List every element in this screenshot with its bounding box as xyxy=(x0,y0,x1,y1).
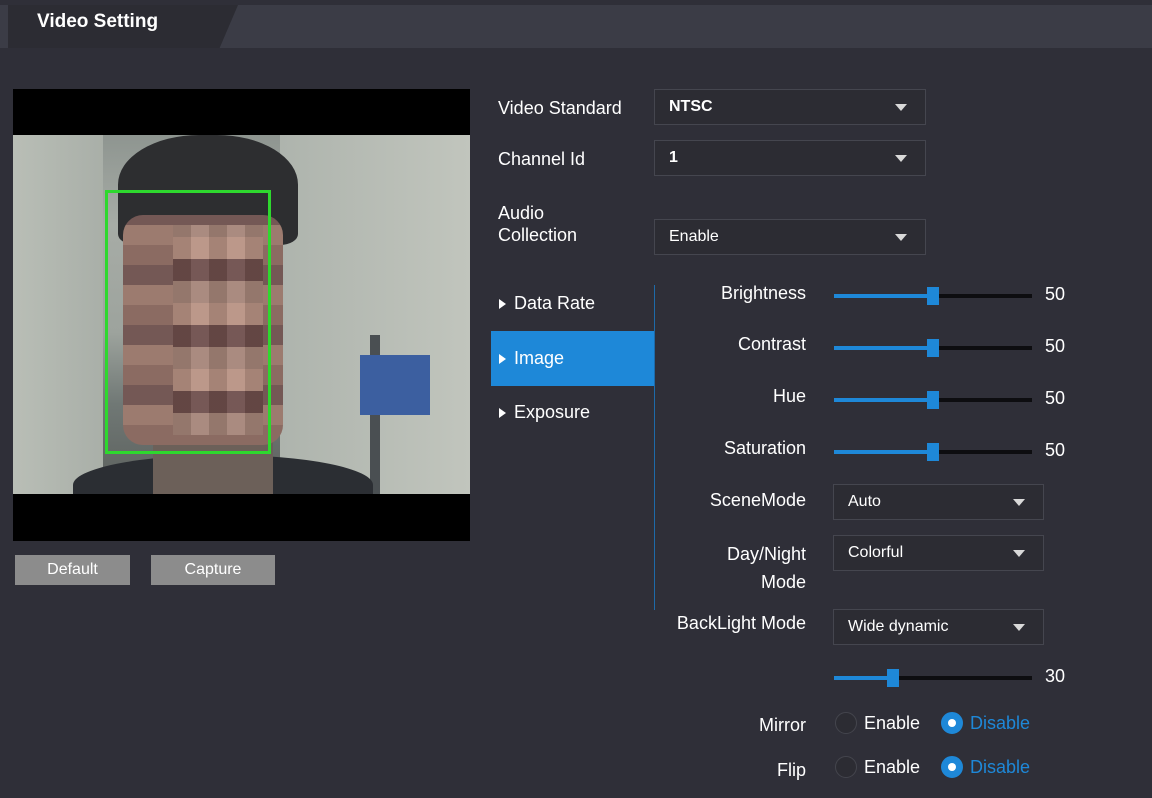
slider-thumb[interactable] xyxy=(927,339,939,357)
header-top-strip xyxy=(0,0,1152,5)
contrast-slider[interactable] xyxy=(834,339,1032,357)
background-wall xyxy=(13,135,103,494)
caret-right-icon xyxy=(499,298,506,309)
contrast-value: 50 xyxy=(1045,336,1066,356)
backlight-level-slider[interactable] xyxy=(834,669,1032,687)
nav-item-data-rate[interactable]: Data Rate xyxy=(491,276,655,331)
face-detection-box xyxy=(105,190,271,454)
nav-item-label: Exposure xyxy=(514,402,591,422)
slider-fill xyxy=(834,450,933,454)
audio-collection-select[interactable]: Enable xyxy=(654,219,926,255)
camera-image xyxy=(13,135,470,494)
flip-enable-radio[interactable] xyxy=(835,756,857,778)
video-standard-label: Video Standard xyxy=(498,98,622,118)
slider-fill xyxy=(834,398,933,402)
chevron-down-icon xyxy=(895,104,907,111)
chevron-down-icon xyxy=(1013,499,1025,506)
tab-video-setting-label: Video Setting xyxy=(37,11,159,32)
audio-collection-label-line2: Collection xyxy=(498,225,578,245)
backlight-level-value: 30 xyxy=(1045,666,1066,686)
video-standard-select[interactable]: NTSC xyxy=(654,89,926,125)
caret-right-icon xyxy=(499,407,506,418)
audio-collection-label-line1: Audio xyxy=(498,203,545,223)
audio-collection-label: Audio Collection xyxy=(498,202,577,246)
slider-fill xyxy=(834,676,893,680)
caret-right-icon xyxy=(499,353,506,364)
mirror-disable-label[interactable]: Disable xyxy=(970,713,1030,734)
brightness-label: Brightness xyxy=(720,283,806,303)
saturation-slider[interactable] xyxy=(834,443,1032,461)
saturation-value: 50 xyxy=(1045,440,1066,460)
channel-id-select[interactable]: 1 xyxy=(654,140,926,176)
chevron-down-icon xyxy=(1013,624,1025,631)
mirror-enable-label[interactable]: Enable xyxy=(864,713,920,734)
audio-collection-value: Enable xyxy=(669,228,719,245)
flip-disable-label[interactable]: Disable xyxy=(970,757,1030,778)
mirror-enable-radio[interactable] xyxy=(835,712,857,734)
flip-enable-label[interactable]: Enable xyxy=(864,757,920,778)
slider-thumb[interactable] xyxy=(887,669,899,687)
slider-fill xyxy=(834,294,933,298)
backlight-mode-value: Wide dynamic xyxy=(848,618,949,635)
flip-disable-radio[interactable] xyxy=(941,756,963,778)
default-button[interactable]: Default xyxy=(15,555,130,585)
day-night-mode-label-line2: Mode xyxy=(760,572,806,592)
video-preview xyxy=(13,89,470,541)
channel-id-value: 1 xyxy=(669,149,678,166)
video-standard-value: NTSC xyxy=(669,98,713,115)
slider-thumb[interactable] xyxy=(927,391,939,409)
slider-thumb[interactable] xyxy=(927,287,939,305)
scene-mode-label: SceneMode xyxy=(709,490,806,510)
mirror-disable-radio[interactable] xyxy=(941,712,963,734)
chevron-down-icon xyxy=(1013,550,1025,557)
day-night-mode-value: Colorful xyxy=(848,544,904,561)
scene-mode-value: Auto xyxy=(848,493,881,510)
flip-label: Flip xyxy=(776,760,806,780)
nav-item-image[interactable]: Image xyxy=(491,331,655,386)
contrast-label: Contrast xyxy=(737,334,806,354)
channel-id-label: Channel Id xyxy=(498,149,586,169)
hue-value: 50 xyxy=(1045,388,1066,408)
nav-item-exposure[interactable]: Exposure xyxy=(491,385,655,440)
hue-slider[interactable] xyxy=(834,391,1032,409)
day-night-mode-label-line1: Day/Night xyxy=(726,544,806,564)
backlight-mode-label: BackLight Mode xyxy=(676,613,806,633)
saturation-label: Saturation xyxy=(723,438,806,458)
scene-mode-select[interactable]: Auto xyxy=(833,484,1044,520)
background-poster xyxy=(360,355,430,415)
capture-button[interactable]: Capture xyxy=(151,555,275,585)
nav-item-label: Image xyxy=(514,348,565,368)
day-night-mode-label: Day/Night Mode xyxy=(660,540,806,596)
chevron-down-icon xyxy=(895,155,907,162)
nav-divider xyxy=(654,285,655,610)
mirror-label: Mirror xyxy=(759,715,806,735)
day-night-mode-select[interactable]: Colorful xyxy=(833,535,1044,571)
nav-item-label: Data Rate xyxy=(514,293,596,313)
chevron-down-icon xyxy=(895,234,907,241)
backlight-mode-select[interactable]: Wide dynamic xyxy=(833,609,1044,645)
slider-fill xyxy=(834,346,933,350)
hue-label: Hue xyxy=(772,386,806,406)
slider-thumb[interactable] xyxy=(927,443,939,461)
brightness-value: 50 xyxy=(1045,284,1066,304)
brightness-slider[interactable] xyxy=(834,287,1032,305)
